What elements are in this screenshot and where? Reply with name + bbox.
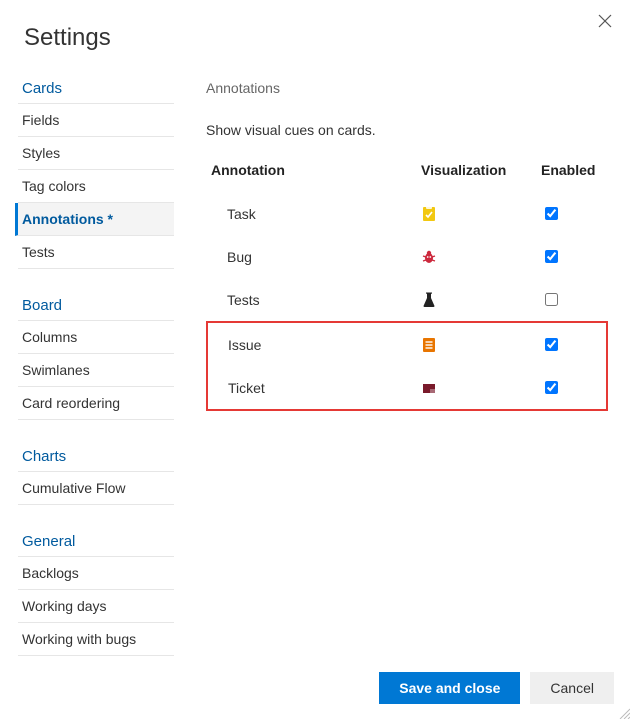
sidebar-item-tests[interactable]: Tests [18, 236, 174, 269]
enabled-checkbox[interactable] [545, 293, 558, 306]
flask-icon [417, 278, 537, 322]
enabled-checkbox[interactable] [545, 250, 558, 263]
sidebar-section-board: Board [18, 289, 174, 321]
enabled-checkbox[interactable] [545, 207, 558, 220]
table-row: Ticket [207, 366, 607, 410]
annotation-name: Bug [207, 235, 417, 278]
save-and-close-button[interactable]: Save and close [379, 672, 520, 704]
col-visualization: Visualization [417, 156, 537, 192]
dialog-title: Settings [0, 0, 632, 80]
enabled-checkbox[interactable] [545, 381, 558, 394]
sidebar-section-cards: Cards [18, 80, 174, 104]
annotations-table: Annotation Visualization Enabled TaskBug… [206, 156, 608, 411]
sidebar-item-columns[interactable]: Columns [18, 321, 174, 354]
enabled-checkbox[interactable] [545, 338, 558, 351]
sidebar-item-backlogs[interactable]: Backlogs [18, 557, 174, 590]
sidebar-section-general: General [18, 525, 174, 557]
panel-title: Annotations [206, 80, 608, 96]
annotation-name: Issue [207, 322, 417, 366]
close-button[interactable] [598, 14, 614, 30]
sidebar-item-tag-colors[interactable]: Tag colors [18, 170, 174, 203]
annotation-name: Tests [207, 278, 417, 322]
enabled-cell [537, 278, 607, 322]
table-row: Tests [207, 278, 607, 322]
sidebar-item-fields[interactable]: Fields [18, 104, 174, 137]
ticket-icon [417, 366, 537, 410]
col-annotation: Annotation [207, 156, 417, 192]
close-icon [598, 14, 612, 28]
enabled-cell [537, 192, 607, 235]
content-panel: Annotations Show visual cues on cards. A… [174, 80, 632, 411]
table-row: Issue [207, 322, 607, 366]
dialog-footer: Save and close Cancel [379, 672, 614, 704]
enabled-cell [537, 366, 607, 410]
sidebar-item-styles[interactable]: Styles [18, 137, 174, 170]
annotation-name: Task [207, 192, 417, 235]
panel-description: Show visual cues on cards. [206, 122, 608, 138]
list-icon [417, 322, 537, 366]
annotation-name: Ticket [207, 366, 417, 410]
enabled-cell [537, 235, 607, 278]
sidebar-item-working-days[interactable]: Working days [18, 590, 174, 623]
col-enabled: Enabled [537, 156, 607, 192]
sidebar-item-card-reordering[interactable]: Card reordering [18, 387, 174, 420]
sidebar-item-cumulative-flow[interactable]: Cumulative Flow [18, 472, 174, 505]
sidebar: CardsFieldsStylesTag colorsAnnotations *… [18, 80, 174, 656]
sidebar-item-working-with-bugs[interactable]: Working with bugs [18, 623, 174, 656]
sidebar-item-swimlanes[interactable]: Swimlanes [18, 354, 174, 387]
task-icon [417, 192, 537, 235]
sidebar-item-annotations[interactable]: Annotations * [15, 203, 174, 236]
sidebar-section-charts: Charts [18, 440, 174, 472]
table-row: Task [207, 192, 607, 235]
cancel-button[interactable]: Cancel [530, 672, 614, 704]
table-row: Bug [207, 235, 607, 278]
bug-icon [417, 235, 537, 278]
enabled-cell [537, 322, 607, 366]
resize-grip-icon[interactable] [618, 706, 630, 718]
